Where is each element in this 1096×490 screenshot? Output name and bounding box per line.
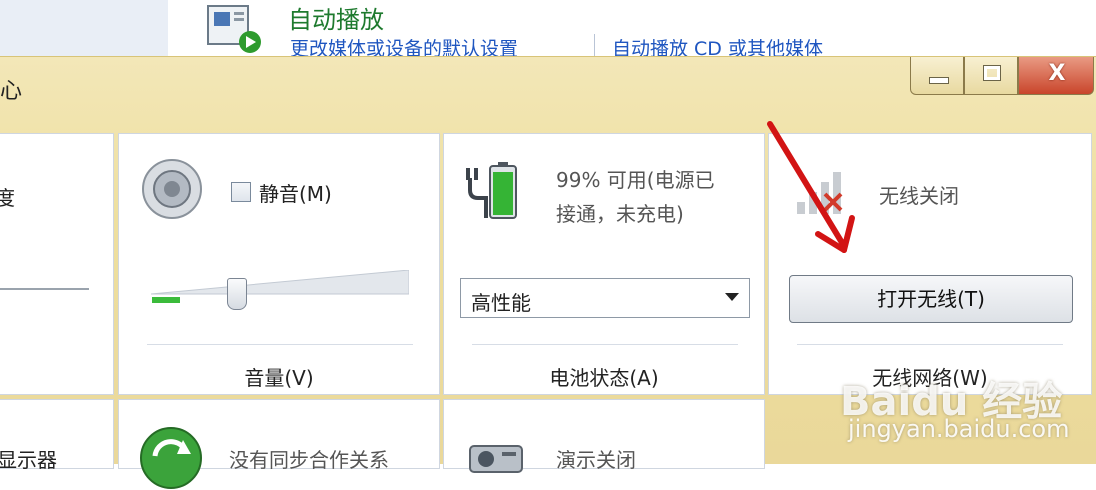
sync-tile: 没有同步合作关系 [118, 399, 440, 489]
annotation-arrow-icon [767, 121, 855, 253]
presentation-tile: 演示关闭 [443, 399, 765, 473]
battery-separator [472, 344, 738, 345]
projector-icon[interactable] [466, 432, 530, 482]
link-separator [594, 34, 595, 58]
volume-slider-thumb[interactable] [227, 278, 247, 310]
battery-footer: 电池状态(A) [549, 366, 659, 390]
presentation-label: 演示关闭 [556, 448, 636, 472]
autoplay-icon [207, 5, 261, 53]
volume-footer: 音量(V) [244, 366, 314, 390]
wireless-separator [797, 344, 1063, 345]
battery-status-line2: 接通，未充电) [556, 202, 684, 226]
sync-label: 没有同步合作关系 [229, 448, 389, 472]
power-plan-value: 高性能 [471, 291, 531, 315]
maximize-icon [983, 65, 1001, 81]
window-title: 心 [0, 79, 23, 104]
background-left-pane [0, 0, 168, 60]
volume-separator [147, 344, 413, 345]
watermark-site: jingyan.baidu.com [848, 415, 1070, 443]
volume-ramp [151, 270, 409, 295]
brightness-slider-track[interactable] [0, 288, 89, 290]
chevron-down-icon [725, 293, 739, 301]
background-control-panel: 自动播放 更改媒体或设备的默认设置 自动播放 CD 或其他媒体 [0, 0, 1096, 60]
battery-tile: 99% 可用(电源已 接通，未充电) 高性能 电池状态(A) [443, 133, 765, 395]
power-plan-dropdown[interactable]: 高性能 [460, 278, 750, 318]
minimize-button[interactable] [910, 57, 964, 95]
brightness-tile: 度 [0, 133, 114, 395]
maximize-button[interactable] [964, 57, 1018, 95]
turn-on-wireless-button[interactable]: 打开无线(T) [789, 275, 1073, 323]
mute-label[interactable]: 静音(M) [259, 178, 332, 207]
volume-tile: 静音(M) 音量(V) [118, 133, 440, 395]
display-label: 显示器 [0, 448, 57, 472]
speaker-icon[interactable] [141, 158, 203, 220]
display-tile: 显示器 [0, 399, 114, 472]
brightness-label: 度 [0, 186, 15, 210]
close-button[interactable]: X [1018, 57, 1094, 95]
volume-level-fill [152, 297, 180, 303]
minimize-icon [929, 77, 949, 84]
sync-icon[interactable] [139, 426, 203, 490]
battery-plug-icon[interactable] [464, 160, 528, 224]
wireless-status: 无线关闭 [879, 184, 959, 208]
baidu-watermark: Baidu 经验 jingyan.baidu.com [840, 363, 1090, 463]
close-icon: X [1048, 61, 1066, 86]
battery-status-line1: 99% 可用(电源已 [556, 168, 715, 192]
autoplay-title[interactable]: 自动播放 [288, 0, 384, 35]
mute-checkbox[interactable] [231, 182, 251, 202]
